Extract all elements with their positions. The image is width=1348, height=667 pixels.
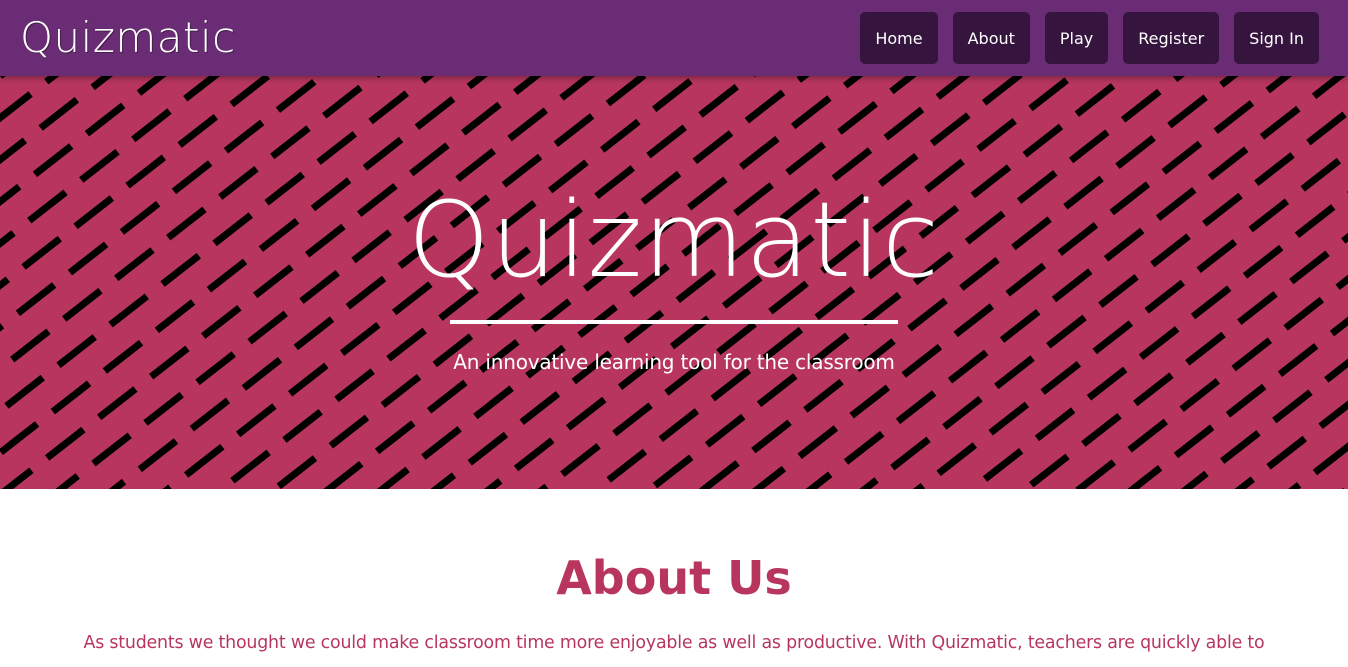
- brand-logo[interactable]: Quizmatic: [20, 17, 236, 59]
- nav-sign-in-button[interactable]: Sign In: [1234, 12, 1319, 64]
- nav-home-button[interactable]: Home: [860, 12, 938, 64]
- hero-content: Quizmatic An innovative learning tool fo…: [0, 76, 1348, 489]
- about-text: As students we thought we could make cla…: [83, 633, 1265, 653]
- navbar: Quizmatic Home About Play Register Sign …: [0, 0, 1348, 76]
- hero-banner: Quizmatic An innovative learning tool fo…: [0, 76, 1348, 489]
- nav-register-button[interactable]: Register: [1123, 12, 1220, 64]
- hero-subtitle: An innovative learning tool for the clas…: [453, 350, 895, 374]
- about-title: About Us: [556, 551, 792, 605]
- main-nav: Home About Play Register Sign In: [860, 12, 1319, 64]
- about-section: About Us As students we thought we could…: [0, 489, 1348, 667]
- hero-divider: [450, 320, 898, 324]
- nav-play-button[interactable]: Play: [1044, 12, 1109, 64]
- hero-title: Quizmatic: [407, 179, 941, 301]
- nav-about-button[interactable]: About: [952, 12, 1030, 64]
